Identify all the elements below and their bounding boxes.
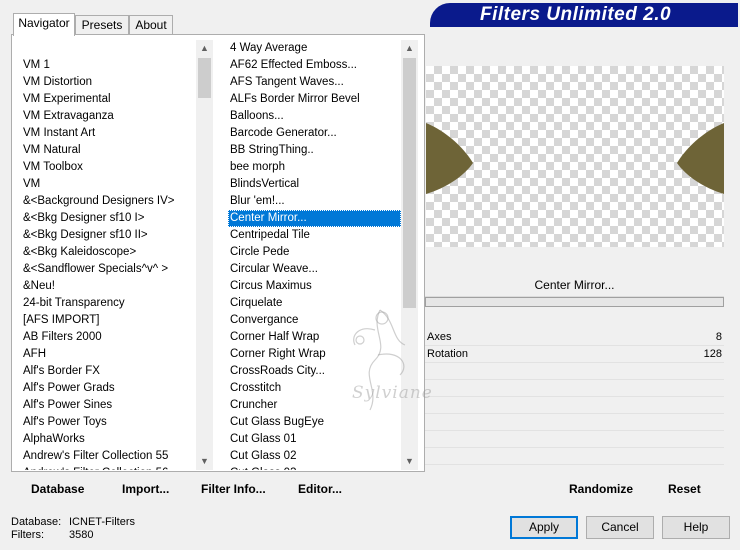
- list-item[interactable]: &<Sandflower Specials^v^ >: [21, 261, 195, 278]
- scroll-thumb[interactable]: [403, 58, 416, 308]
- list-item[interactable]: Cut Glass 03: [228, 465, 401, 470]
- scroll-up-icon[interactable]: ▲: [196, 40, 213, 57]
- list-item[interactable]: Cut Glass 01: [228, 431, 401, 448]
- status-database-value: ICNET-Filters: [69, 516, 135, 528]
- scroll-down-icon[interactable]: ▼: [401, 453, 418, 470]
- list-item[interactable]: Convergance: [228, 312, 401, 329]
- list-item[interactable]: VM 1: [21, 57, 195, 74]
- list-item[interactable]: bee morph: [228, 159, 401, 176]
- list-item[interactable]: VM Experimental: [21, 91, 195, 108]
- scroll-down-icon[interactable]: ▼: [196, 453, 213, 470]
- param-slider[interactable]: [425, 297, 724, 307]
- selected-filter-name: Center Mirror...: [425, 273, 724, 297]
- preview-left-shape: [426, 123, 473, 194]
- list-item[interactable]: VM: [21, 176, 195, 193]
- filter-info-button[interactable]: Filter Info...: [201, 481, 266, 497]
- param-value: 128: [703, 348, 722, 360]
- status-database-label: Database:: [11, 516, 62, 528]
- list-item[interactable]: Balloons...: [228, 108, 401, 125]
- editor-button[interactable]: Editor...: [298, 481, 342, 497]
- param-row-empty: [425, 414, 724, 431]
- list-item[interactable]: Circular Weave...: [228, 261, 401, 278]
- list-item[interactable]: Corner Half Wrap: [228, 329, 401, 346]
- status-filters-label: Filters:: [11, 529, 44, 541]
- scroll-thumb[interactable]: [198, 58, 211, 98]
- list-item[interactable]: Cut Glass 02: [228, 448, 401, 465]
- list-item[interactable]: &<Bkg Designer sf10 I>: [21, 210, 195, 227]
- list-item[interactable]: BB StringThing..: [228, 142, 401, 159]
- list-item[interactable]: AlphaWorks: [21, 431, 195, 448]
- scroll-up-icon[interactable]: ▲: [401, 40, 418, 57]
- category-list[interactable]: VM 1 VM Distortion VM Experimental VM Extra…: [21, 57, 195, 470]
- param-row-empty: [425, 431, 724, 448]
- tab-presets[interactable]: Presets: [75, 15, 129, 36]
- param-row-axes[interactable]: Axes 8: [425, 329, 724, 346]
- list-item[interactable]: Andrew's Filter Collection 56: [21, 465, 195, 470]
- category-scrollbar[interactable]: ▲ ▼: [196, 40, 213, 470]
- list-item[interactable]: Cut Glass BugEye: [228, 414, 401, 431]
- database-button[interactable]: Database: [31, 481, 84, 497]
- list-item[interactable]: VM Distortion: [21, 74, 195, 91]
- list-item[interactable]: AF62 Effected Emboss...: [228, 57, 401, 74]
- list-item[interactable]: &Neu!: [21, 278, 195, 295]
- list-item[interactable]: VM Extravaganza: [21, 108, 195, 125]
- list-item[interactable]: AFH: [21, 346, 195, 363]
- param-name: Rotation: [427, 348, 468, 360]
- preview-canvas[interactable]: [426, 66, 724, 247]
- list-item[interactable]: CrossRoads City...: [228, 363, 401, 380]
- list-item[interactable]: Alf's Power Sines: [21, 397, 195, 414]
- list-item[interactable]: [AFS IMPORT]: [21, 312, 195, 329]
- randomize-button[interactable]: Randomize: [569, 481, 633, 497]
- list-item[interactable]: Circle Pede: [228, 244, 401, 261]
- list-item[interactable]: Andrew's Filter Collection 55: [21, 448, 195, 465]
- param-value: 8: [715, 331, 722, 343]
- param-name: Axes: [427, 331, 452, 343]
- filters-unlimited-window: Filters Unlimited 2.0 Navigator Presets …: [0, 0, 740, 550]
- list-item[interactable]: Alf's Border FX: [21, 363, 195, 380]
- preview-right-shape: [677, 123, 724, 194]
- list-item[interactable]: Cirquelate: [228, 295, 401, 312]
- cancel-button[interactable]: Cancel: [586, 516, 654, 539]
- app-title-banner: Filters Unlimited 2.0: [430, 3, 738, 27]
- list-item[interactable]: Blur 'em!...: [228, 193, 401, 210]
- list-item[interactable]: VM Instant Art: [21, 125, 195, 142]
- status-filters-value: 3580: [69, 529, 94, 541]
- param-row-rotation[interactable]: Rotation 128: [425, 346, 724, 363]
- list-item[interactable]: Corner Right Wrap: [228, 346, 401, 363]
- preview-image: [426, 123, 724, 194]
- tab-navigator[interactable]: Navigator: [13, 13, 75, 36]
- tab-about[interactable]: About: [129, 15, 173, 36]
- filter-scrollbar[interactable]: ▲ ▼: [401, 40, 418, 470]
- list-item[interactable]: AB Filters 2000: [21, 329, 195, 346]
- list-item[interactable]: &<Bkg Designer sf10 II>: [21, 227, 195, 244]
- reset-button[interactable]: Reset: [668, 481, 701, 497]
- import-button[interactable]: Import...: [122, 481, 169, 497]
- filter-list[interactable]: 4 Way Average AF62 Effected Emboss... AFS …: [228, 40, 401, 470]
- param-row-empty: [425, 448, 724, 465]
- param-row-empty: [425, 397, 724, 414]
- list-item[interactable]: &<Background Designers IV>: [21, 193, 195, 210]
- list-item[interactable]: Alf's Power Grads: [21, 380, 195, 397]
- list-item[interactable]: BlindsVertical: [228, 176, 401, 193]
- apply-button[interactable]: Apply: [510, 516, 578, 539]
- param-row-empty: [425, 380, 724, 397]
- list-item[interactable]: VM Natural: [21, 142, 195, 159]
- watermark-text: Sylviane: [352, 383, 433, 403]
- list-item[interactable]: Center Mirror...: [228, 210, 401, 227]
- list-item[interactable]: Alf's Power Toys: [21, 414, 195, 431]
- list-item[interactable]: ALFs Border Mirror Bevel: [228, 91, 401, 108]
- list-item[interactable]: VM Toolbox: [21, 159, 195, 176]
- list-item[interactable]: AFS Tangent Waves...: [228, 74, 401, 91]
- list-item[interactable]: Barcode Generator...: [228, 125, 401, 142]
- list-item[interactable]: &<Bkg Kaleidoscope>: [21, 244, 195, 261]
- list-item[interactable]: 24-bit Transparency: [21, 295, 195, 312]
- help-button[interactable]: Help: [662, 516, 730, 539]
- list-item[interactable]: Circus Maximus: [228, 278, 401, 295]
- list-item[interactable]: Centripedal Tile: [228, 227, 401, 244]
- list-item[interactable]: 4 Way Average: [228, 40, 401, 57]
- param-row-empty: [425, 363, 724, 380]
